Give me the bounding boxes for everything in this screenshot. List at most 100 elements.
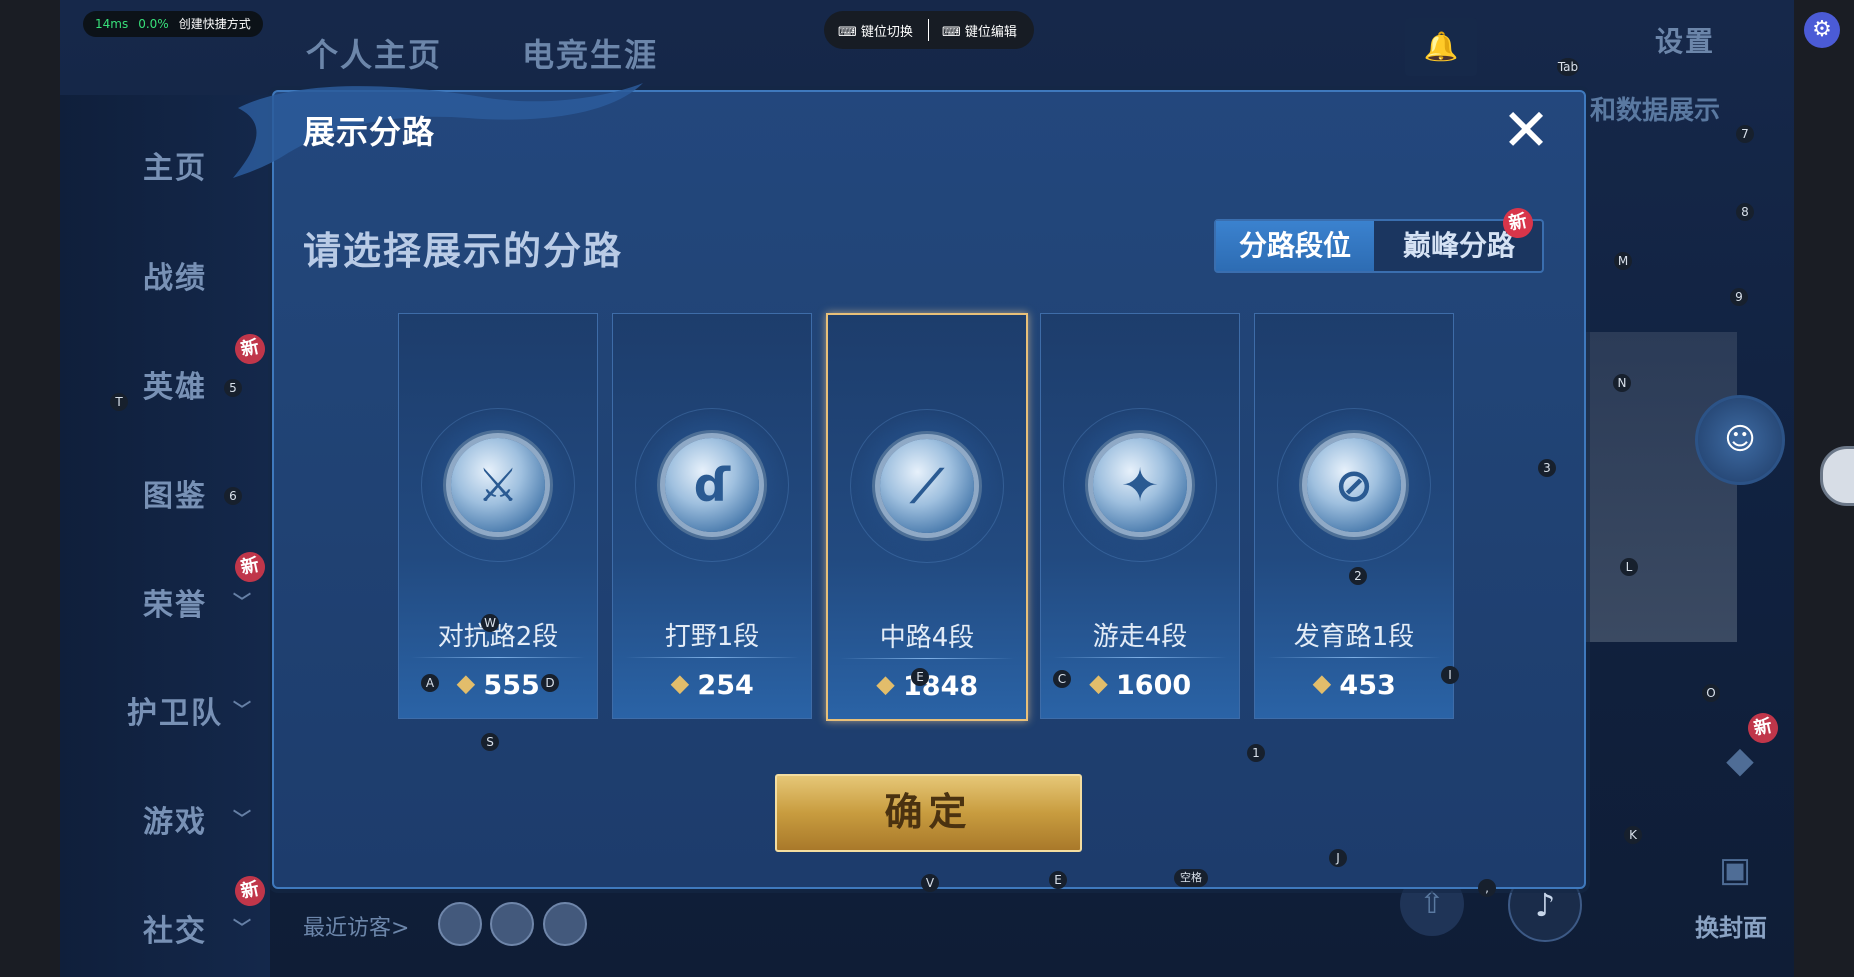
emblem-glyph: ɗ	[693, 458, 731, 512]
keymap-switch-button[interactable]: ⌨ 键位切换	[838, 21, 913, 40]
key-hint: E	[1049, 871, 1067, 889]
key-hint: J	[1329, 849, 1347, 867]
key-hint: 7	[1736, 125, 1754, 143]
dialog-subtitle: 请选择展示的分路	[303, 229, 624, 273]
picture-icon: ▣	[1718, 850, 1752, 890]
score-value: 555	[483, 670, 540, 701]
divider	[1267, 657, 1441, 658]
emblem-glyph: ⊘	[1334, 458, 1374, 512]
key-hint: E	[911, 668, 929, 686]
nav-label: 社交	[143, 914, 207, 949]
avatar[interactable]	[438, 902, 482, 946]
tab-profile[interactable]: 个人主页	[306, 30, 442, 76]
key-hint: S	[481, 733, 499, 751]
key-hint: 1	[1247, 744, 1265, 762]
score-value: 1600	[1116, 670, 1192, 701]
rank-chevron-icon: ⯁	[875, 673, 896, 701]
lane-score: ⯁ 1600	[1041, 670, 1239, 701]
key-hint: 6	[224, 487, 242, 505]
loss-text: 0.0%	[138, 17, 169, 31]
data-display-text: 和数据展示	[1590, 96, 1721, 126]
tab-esports[interactable]: 电竞生涯	[522, 30, 658, 76]
nav-item-guard[interactable]: 护卫队 ﹀	[95, 688, 255, 732]
nav-label: 游戏	[143, 805, 207, 840]
key-hint: T	[110, 393, 128, 411]
rank-chevron-icon: ⯁	[456, 672, 476, 700]
nav-label: 护卫队	[127, 696, 223, 731]
avatar[interactable]	[543, 902, 587, 946]
keymap-switch-label: 键位切换	[860, 25, 913, 40]
keymap-toolbar: ⌨ 键位切换 ⌨ 键位编辑	[824, 11, 1034, 49]
shortcut-link[interactable]: 创建快捷方式	[179, 17, 251, 31]
nav-item-social[interactable]: 社交 ﹀	[95, 906, 255, 950]
left-letterbox	[0, 0, 60, 977]
key-hint: C	[1053, 670, 1071, 688]
key-hint: L	[1620, 558, 1638, 576]
tab-lane-rank[interactable]: 分路段位	[1216, 221, 1374, 271]
divider	[840, 658, 1014, 659]
lane-rank-label: 打野1段	[664, 622, 760, 652]
gear-icon[interactable]: ⚙	[1804, 12, 1840, 48]
nav-label: 英雄	[143, 370, 207, 405]
lane-mode-tabs: 分路段位 巅峰分路	[1214, 219, 1544, 273]
nav-label: 主页	[143, 151, 207, 186]
recent-visitors[interactable]: 最近访客>	[303, 910, 409, 942]
chevron-down-icon: ﹀	[233, 592, 253, 613]
change-cover-button[interactable]: 换封面	[1695, 908, 1767, 943]
score-value: 453	[1339, 670, 1396, 701]
lane-card-roam[interactable]: ✦ 游走4段 ⯁ 1600	[1040, 313, 1240, 719]
lane-score: ⯁ 453	[1255, 670, 1453, 701]
key-hint: 8	[1736, 203, 1754, 221]
rank-chevron-icon: ⯁	[1088, 672, 1109, 700]
key-hint: A	[421, 674, 439, 692]
key-hint: W	[481, 614, 499, 632]
key-hint: 5	[224, 379, 242, 397]
bell-icon[interactable]: 🔔	[1405, 18, 1477, 76]
key-hint: 3	[1538, 459, 1556, 477]
nav-label: 荣誉	[143, 588, 207, 623]
key-hint: K	[1624, 826, 1642, 844]
key-hint: O	[1702, 684, 1720, 702]
dialog-title: 展示分路	[303, 113, 436, 151]
rank-chevron-icon: ⯁	[670, 672, 690, 700]
left-nav-panel	[60, 95, 270, 977]
divider	[411, 657, 585, 658]
key-hint: V	[921, 874, 939, 892]
lane-rank-label: 中路4段	[879, 623, 975, 653]
lane-card-farm[interactable]: ⊘ 发育路1段 ⯁ 453	[1254, 313, 1454, 719]
key-hint: Tab	[1557, 58, 1579, 76]
lane-card-top[interactable]: ⚔ 对抗路2段 ⯁ 555	[398, 313, 598, 719]
close-icon[interactable]: ✕	[1497, 101, 1555, 159]
chevron-down-icon: ﹀	[233, 809, 253, 830]
camera-icon[interactable]: ◆	[1710, 740, 1770, 790]
score-value: 254	[697, 670, 754, 701]
key-hint: I	[1441, 666, 1459, 684]
confirm-button[interactable]: 确定	[775, 774, 1082, 852]
nav-label: 图鉴	[143, 479, 207, 514]
avatar[interactable]	[490, 902, 534, 946]
ping-text: 14ms	[95, 17, 129, 31]
key-hint: ,	[1478, 879, 1496, 897]
nav-item-records[interactable]: 战绩	[95, 253, 255, 297]
lane-card-mid[interactable]: ⟋ 中路4段 ⯁ 1848	[826, 313, 1028, 721]
key-hint: N	[1613, 374, 1631, 392]
key-hint: M	[1614, 252, 1632, 270]
keymap-edit-button[interactable]: ⌨ 键位编辑	[942, 21, 1017, 40]
header-swirl	[233, 83, 643, 178]
nav-item-game[interactable]: 游戏 ﹀	[95, 797, 255, 841]
key-hint: 2	[1349, 567, 1367, 585]
settings-label[interactable]: 设置	[1655, 20, 1715, 60]
keymap-edit-label: 键位编辑	[964, 25, 1017, 40]
lane-rank-label: 发育路1段	[1293, 622, 1415, 652]
divider	[1053, 657, 1227, 658]
hero-showcase	[1583, 332, 1737, 642]
key-hint: 空格	[1174, 869, 1208, 887]
avatar[interactable]: ☺	[1695, 395, 1785, 485]
nav-item-honor[interactable]: 荣誉 ﹀	[95, 580, 255, 624]
lane-rank-label: 游走4段	[1092, 622, 1188, 652]
emblem-glyph: ⚔	[477, 458, 519, 512]
network-status: 14ms 0.0% 创建快捷方式	[83, 11, 263, 37]
nav-label: 战绩	[143, 261, 207, 296]
lane-card-jungle[interactable]: ɗ 打野1段 ⯁ 254	[612, 313, 812, 719]
divider	[625, 657, 799, 658]
